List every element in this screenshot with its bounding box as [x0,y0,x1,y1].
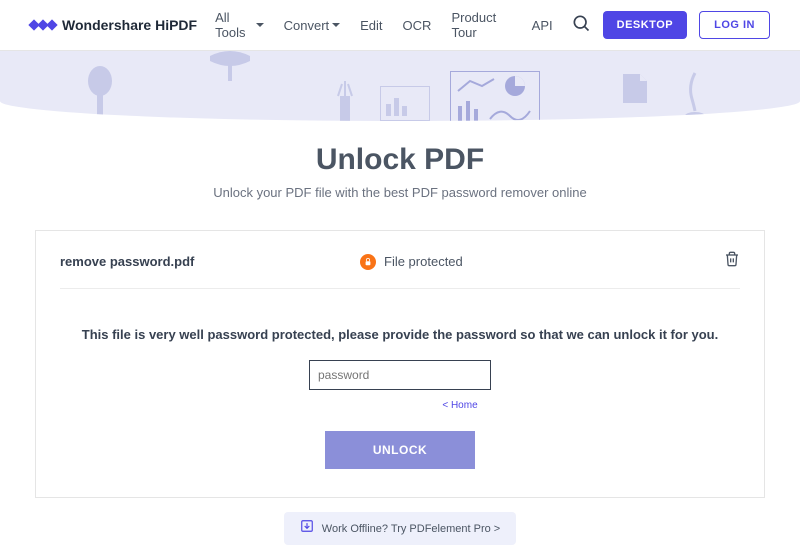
nav-convert[interactable]: Convert [284,18,341,33]
password-input[interactable] [309,360,491,390]
password-row [60,360,740,390]
file-name: remove password.pdf [60,254,360,269]
chevron-down-icon [256,23,264,27]
decorative-banner [0,51,800,121]
header: Wondershare HiPDF All Tools Convert Edit… [0,0,800,51]
brand-name: Wondershare HiPDF [62,17,197,33]
page-title: Unlock PDF [0,143,800,177]
footer: Work Offline? Try PDFelement Pro > [0,512,800,545]
desktop-button[interactable]: DESKTOP [603,11,687,39]
nav-product-tour[interactable]: Product Tour [451,10,511,40]
offline-text: Work Offline? Try PDFelement Pro > [322,523,500,535]
home-link[interactable]: < Home [442,400,477,411]
file-status-text: File protected [384,254,463,269]
unlock-card: remove password.pdf File protected This … [35,230,765,498]
nav-ocr[interactable]: OCR [403,18,432,33]
logo-icon [30,21,56,29]
page-subtitle: Unlock your PDF file with the best PDF p… [0,185,800,200]
brand-logo[interactable]: Wondershare HiPDF [30,17,197,33]
main-nav: All Tools Convert Edit OCR Product Tour … [215,10,553,40]
login-button[interactable]: LOG IN [699,11,770,39]
search-icon[interactable] [571,13,591,38]
file-status: File protected [360,254,724,270]
lock-icon [360,254,376,270]
nav-all-tools[interactable]: All Tools [215,10,264,40]
page-title-section: Unlock PDF [0,143,800,177]
download-icon [300,519,314,538]
file-row: remove password.pdf File protected [60,251,740,289]
delete-button[interactable] [724,251,740,272]
unlock-row: UNLOCK [60,431,740,469]
header-actions: DESKTOP LOG IN [571,11,770,39]
instruction-text: This file is very well password protecte… [60,327,740,342]
chevron-down-icon [332,23,340,27]
offline-banner[interactable]: Work Offline? Try PDFelement Pro > [284,512,516,545]
nav-edit[interactable]: Edit [360,18,382,33]
unlock-button[interactable]: UNLOCK [325,431,475,469]
nav-api[interactable]: API [532,18,553,33]
home-link-row: < Home [60,400,740,411]
